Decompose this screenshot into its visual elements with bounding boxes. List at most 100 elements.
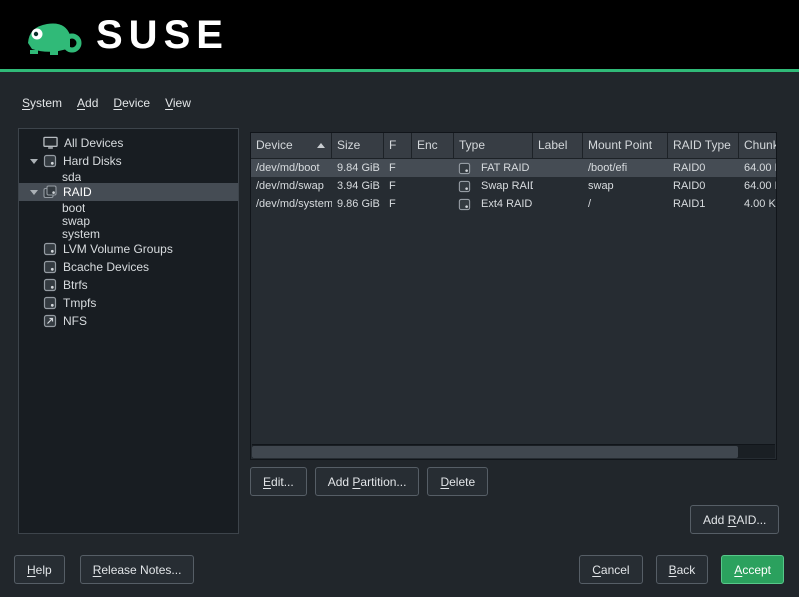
table-row-md-boot[interactable]: /dev/md/boot 9.84 GiB F FAT RAID /boot/e… (251, 159, 776, 177)
suse-logo: SUSE (20, 12, 229, 58)
column-header-label: Size (337, 138, 360, 152)
menu-add[interactable]: Add (75, 95, 100, 111)
bcache-icon (43, 260, 57, 274)
expand-arrow-icon[interactable] (25, 159, 43, 164)
add-raid-button[interactable]: Add RAID... (690, 505, 779, 534)
accept-button[interactable]: Accept (721, 555, 784, 584)
cell-chunk-size: 4.00 KiB (739, 195, 777, 213)
cell-label (533, 177, 583, 195)
cancel-button[interactable]: Cancel (579, 555, 642, 584)
column-header-label: Device (256, 138, 293, 152)
sidebar-item-raid[interactable]: RAID (19, 183, 238, 201)
disk-icon (43, 154, 57, 168)
column-header-type[interactable]: Type (454, 133, 533, 159)
cell-enc (412, 177, 454, 195)
cell-format: F (384, 195, 412, 213)
tree-label: Btrfs (63, 278, 88, 292)
table-row-md-system[interactable]: /dev/md/system 9.86 GiB F Ext4 RAID / RA… (251, 195, 776, 213)
sidebar-item-all-devices[interactable]: All Devices (19, 134, 238, 152)
cell-size: 9.84 GiB (332, 159, 384, 177)
lvm-icon (43, 242, 57, 256)
column-header-size[interactable]: Size (332, 133, 384, 159)
help-button[interactable]: Help (14, 555, 65, 584)
suse-brand-header: SUSE (0, 0, 799, 72)
back-button[interactable]: Back (656, 555, 709, 584)
tree-label: system (62, 227, 100, 241)
partition-icon (458, 162, 471, 175)
cell-chunk-size: 64.00 KiB (739, 177, 777, 195)
cell-device: /dev/md/system (251, 195, 332, 213)
menu-device[interactable]: Device (111, 95, 152, 111)
suse-chameleon-icon (20, 12, 84, 58)
sidebar-item-btrfs[interactable]: Btrfs (19, 276, 238, 294)
cell-enc (412, 195, 454, 213)
cell-label (533, 159, 583, 177)
nfs-icon (43, 314, 57, 328)
menubar: System Add Device View (20, 95, 193, 111)
footer-right-buttons: Cancel Back Accept (579, 555, 784, 584)
column-header-label: Chunk Size (744, 138, 777, 152)
tree-label: boot (62, 201, 85, 215)
cell-format: F (384, 177, 412, 195)
column-header-label: Enc (417, 138, 438, 152)
tree-label: sda (62, 170, 81, 184)
column-header-raid-type[interactable]: RAID Type (668, 133, 739, 159)
sidebar-item-tmpfs[interactable]: Tmpfs (19, 294, 238, 312)
column-header-device[interactable]: Device (251, 133, 332, 159)
cell-type: FAT RAID (454, 159, 533, 177)
tree-label: Tmpfs (63, 296, 96, 310)
cell-type-label: Ext4 RAID (481, 195, 532, 213)
release-notes-button[interactable]: Release Notes... (80, 555, 195, 584)
horizontal-scrollbar[interactable] (252, 444, 775, 458)
sidebar-item-nfs[interactable]: NFS (19, 312, 238, 330)
cell-enc (412, 159, 454, 177)
tmpfs-icon (43, 296, 57, 310)
delete-button[interactable]: Delete (427, 467, 488, 496)
menu-system[interactable]: System (20, 95, 64, 111)
expand-arrow-icon[interactable] (25, 190, 43, 195)
tree-label: NFS (63, 314, 87, 328)
btrfs-icon (43, 278, 57, 292)
column-header-chunk-size[interactable]: Chunk Size (739, 133, 777, 159)
cell-mount-point: swap (583, 177, 668, 195)
cell-size: 3.94 GiB (332, 177, 384, 195)
column-header-label[interactable]: Label (533, 133, 583, 159)
raid-icon (43, 185, 57, 199)
table-row-md-swap[interactable]: /dev/md/swap 3.94 GiB F Swap RAID swap R… (251, 177, 776, 195)
sidebar-item-swap[interactable]: swap (19, 214, 238, 227)
column-header-label: Mount Point (588, 138, 652, 152)
menu-view[interactable]: View (163, 95, 193, 111)
sidebar-item-sda[interactable]: sda (19, 170, 238, 183)
partition-icon (458, 180, 471, 193)
cell-mount-point: / (583, 195, 668, 213)
tree-label: LVM Volume Groups (63, 242, 173, 256)
cell-label (533, 195, 583, 213)
cell-type: Ext4 RAID (454, 195, 533, 213)
sidebar-item-lvm-volume-groups[interactable]: LVM Volume Groups (19, 240, 238, 258)
partition-icon (458, 198, 471, 211)
tree-label: All Devices (64, 136, 123, 150)
column-header-f[interactable]: F (384, 133, 412, 159)
sidebar-item-bcache-devices[interactable]: Bcache Devices (19, 258, 238, 276)
sidebar-item-hard-disks[interactable]: Hard Disks (19, 152, 238, 170)
column-header-label: Label (538, 138, 567, 152)
cell-raid-type: RAID1 (668, 195, 739, 213)
sort-ascending-icon (317, 143, 325, 148)
table-action-buttons: Edit... Add Partition... Delete (250, 467, 488, 496)
horizontal-scrollbar-thumb[interactable] (252, 446, 738, 458)
tree-label: swap (62, 214, 90, 228)
footer-left-buttons: Help Release Notes... (14, 555, 194, 584)
computer-icon (43, 136, 58, 150)
sidebar-item-boot[interactable]: boot (19, 201, 238, 214)
add-partition-button[interactable]: Add Partition... (315, 467, 420, 496)
sidebar-item-system[interactable]: system (19, 227, 238, 240)
cell-type: Swap RAID (454, 177, 533, 195)
tree-label: RAID (63, 185, 92, 199)
tree-label: Bcache Devices (63, 260, 149, 274)
yast-expert-partitioner-window: SUSE System Add Device View All Devices … (0, 0, 799, 597)
cell-type-label: Swap RAID (481, 177, 533, 195)
column-header-enc[interactable]: Enc (412, 133, 454, 159)
cell-device: /dev/md/boot (251, 159, 332, 177)
column-header-mount-point[interactable]: Mount Point (583, 133, 668, 159)
edit-button[interactable]: Edit... (250, 467, 307, 496)
